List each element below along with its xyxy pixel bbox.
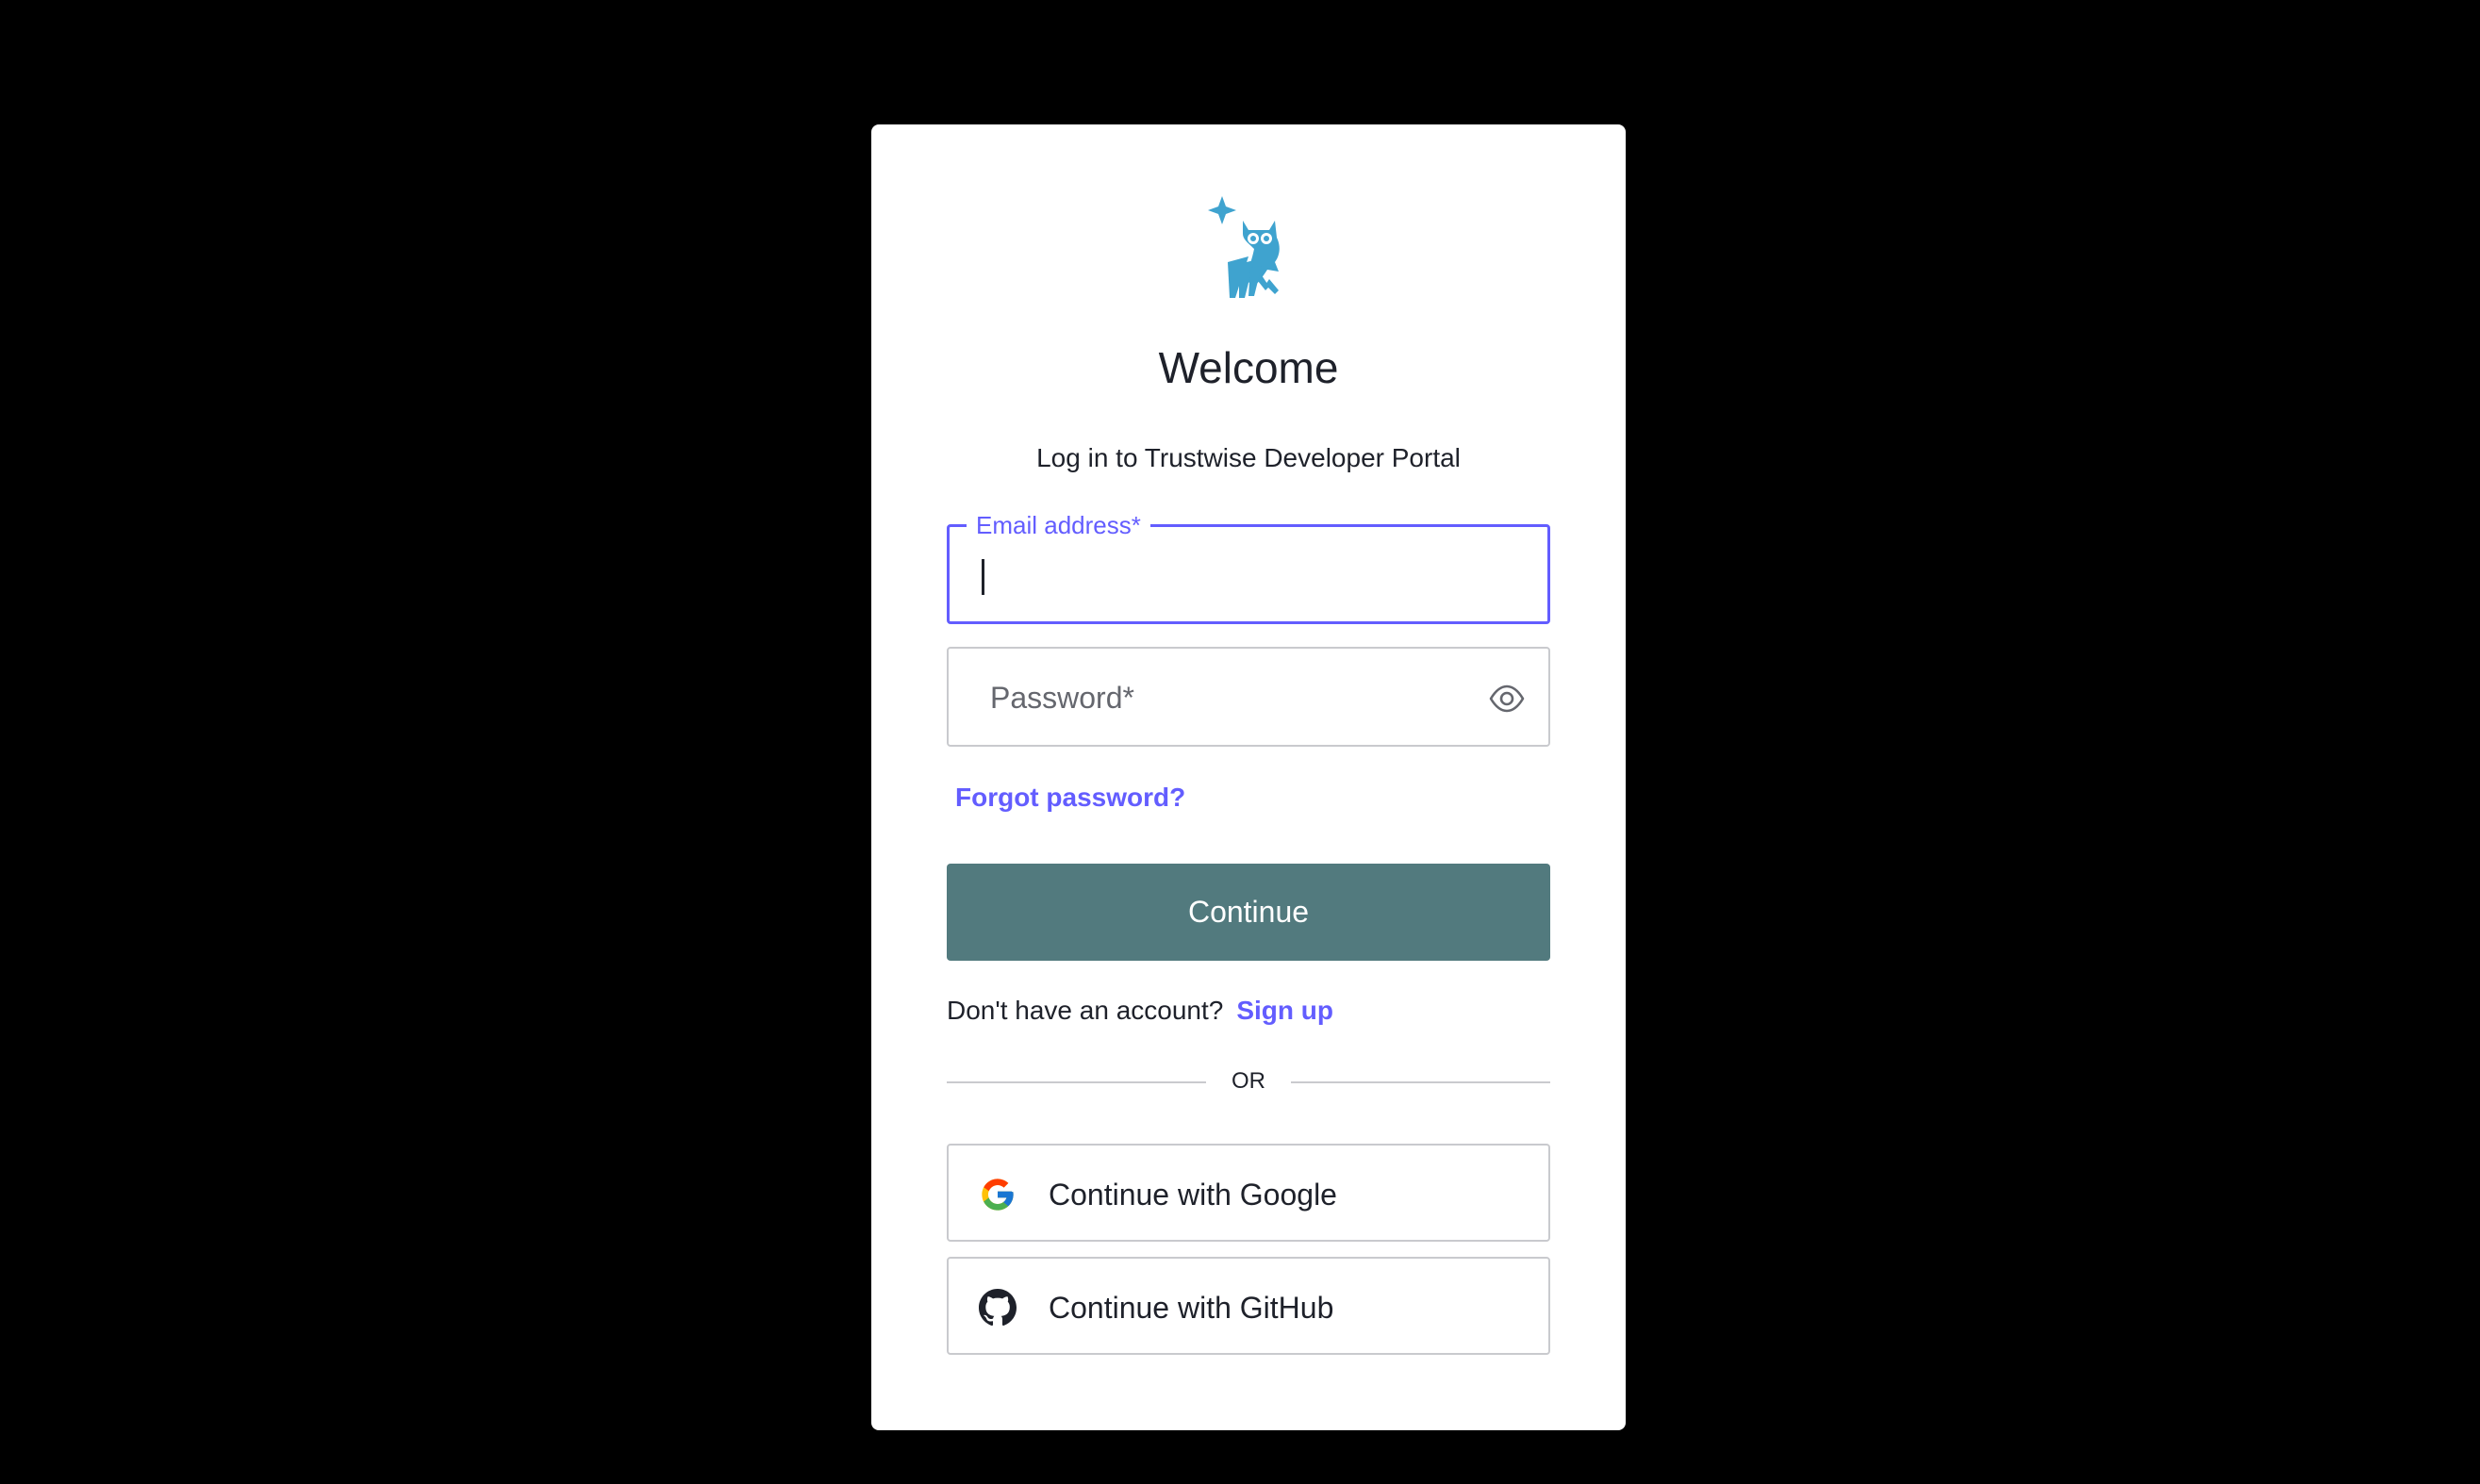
google-button-label: Continue with Google bbox=[1049, 1178, 1337, 1212]
page-subtitle: Log in to Trustwise Developer Portal bbox=[1036, 443, 1461, 472]
continue-button[interactable]: Continue bbox=[947, 864, 1550, 961]
signup-prompt: Don't have an account? bbox=[947, 996, 1224, 1025]
text-caret bbox=[982, 559, 984, 595]
divider-line-right bbox=[1291, 1081, 1550, 1083]
eye-icon[interactable] bbox=[1488, 680, 1526, 717]
or-divider: OR bbox=[947, 1067, 1550, 1096]
password-placeholder: Password* bbox=[990, 681, 1134, 715]
email-input[interactable] bbox=[950, 527, 1547, 621]
forgot-password-link[interactable]: Forgot password? bbox=[955, 784, 1185, 811]
email-field[interactable]: Email address* bbox=[947, 510, 1550, 624]
page-title: Welcome bbox=[1158, 343, 1339, 392]
github-button-label: Continue with GitHub bbox=[1049, 1291, 1334, 1325]
google-icon bbox=[982, 1179, 1014, 1211]
github-icon bbox=[979, 1289, 1017, 1327]
login-card: Welcome Log in to Trustwise Developer Po… bbox=[871, 124, 1626, 1430]
password-field[interactable]: Password* bbox=[947, 647, 1550, 747]
owl-logo-icon bbox=[1208, 196, 1280, 298]
continue-with-github-button[interactable]: Continue with GitHub bbox=[947, 1257, 1550, 1355]
continue-with-google-button[interactable]: Continue with Google bbox=[947, 1144, 1550, 1242]
signup-row: Don't have an account? Sign up bbox=[947, 998, 1333, 1024]
signup-link[interactable]: Sign up bbox=[1236, 996, 1333, 1025]
